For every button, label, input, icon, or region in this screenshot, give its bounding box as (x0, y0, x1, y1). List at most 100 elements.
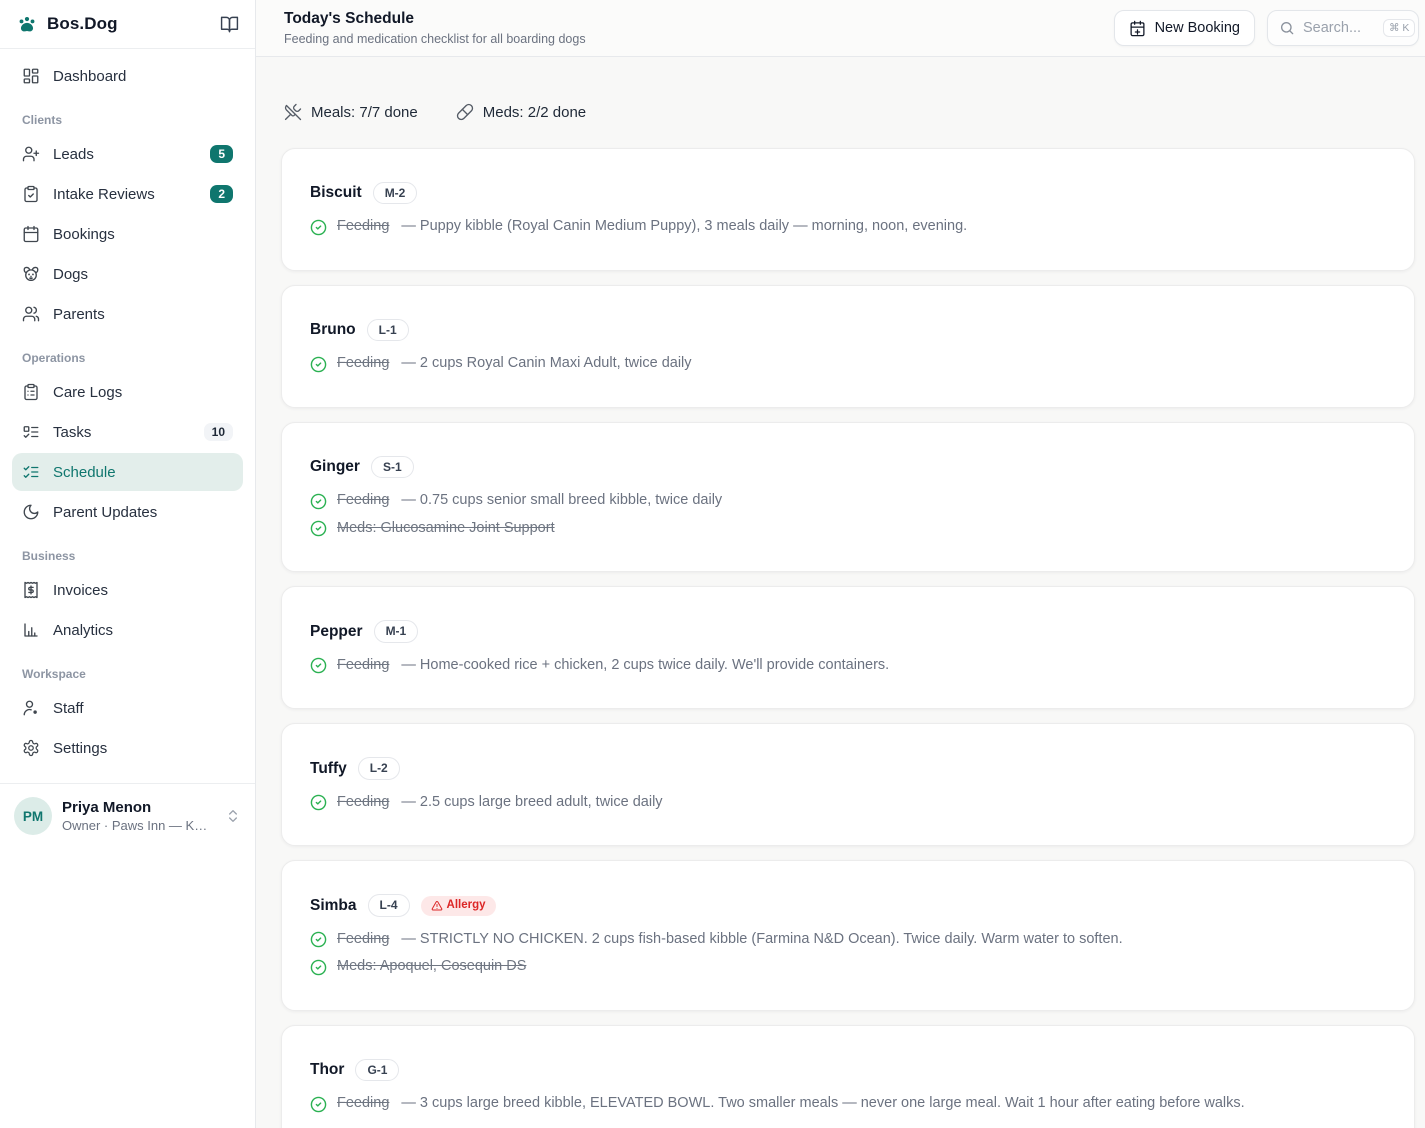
feeding-description: — Puppy kibble (Royal Canin Medium Puppy… (401, 217, 967, 237)
dog-name: Simba (310, 897, 357, 915)
feeding-row: Feeding— 3 cups large breed kibble, ELEV… (310, 1094, 1386, 1114)
utensils-crossed-icon (284, 103, 302, 121)
feeding-label: Feeding (337, 217, 389, 237)
card-header: Simba L-4 Allergy (310, 894, 1386, 916)
sidebar-item-tasks[interactable]: Tasks10 (12, 413, 243, 451)
logo-row: Bos.Dog (0, 0, 255, 49)
user-meta: Priya Menon Owner · Paws Inn — Kora... (62, 799, 214, 833)
page-header: Today's Schedule Feeding and medication … (256, 0, 1425, 57)
sidebar-item-leads[interactable]: Leads5 (12, 135, 243, 173)
calendar-icon (22, 225, 40, 243)
sidebar-item-label: Parents (53, 306, 105, 323)
list-checks-icon (22, 463, 40, 481)
dog-name: Tuffy (310, 760, 347, 778)
meds-row: Meds: Apoquel, Cosequin DS (310, 957, 1386, 977)
check-icon[interactable] (310, 493, 327, 510)
sidebar-item-label: Invoices (53, 582, 108, 599)
dog-card-biscuit: BiscuitM-2 Feeding — Puppy kibble (Royal C… (281, 148, 1415, 271)
new-booking-label: New Booking (1155, 20, 1240, 36)
sidebar-item-dashboard[interactable]: Dashboard (12, 57, 243, 95)
nav-section-label-operations: Operations (12, 335, 243, 373)
feeding-label: Feeding (337, 656, 389, 676)
user-row[interactable]: PM Priya Menon Owner · Paws Inn — Kora..… (0, 784, 255, 848)
book-open-icon[interactable] (220, 15, 239, 34)
paw-logo-icon (16, 13, 38, 35)
kennel-tag: L-1 (367, 319, 409, 341)
card-header: ThorG-1 (310, 1059, 1386, 1081)
meds-stat-label: Meds: 2/2 done (483, 104, 586, 121)
clipboard-check-icon (22, 185, 40, 203)
search-shortcut: ⌘ K (1383, 19, 1415, 38)
dashboard-icon (22, 67, 40, 85)
sidebar-item-parent-updates[interactable]: Parent Updates (12, 493, 243, 531)
meds-label: Meds: Apoquel, Cosequin DS (337, 957, 526, 977)
dog-card-tuffy: Tuffy L-2 Feeding— 2.5 cups large breed ad… (281, 723, 1415, 846)
moon-icon (22, 503, 40, 521)
kennel-tag: M-2 (373, 182, 418, 204)
kennel-tag: L-4 (368, 894, 410, 916)
dog-card-simba: Simba L-4 Allergy Feeding— STRICTLY NO CHIC… (281, 860, 1415, 1011)
feeding-row: Feeding— 2 cups Royal Canin Maxi Adult, … (310, 354, 1386, 374)
user-plus-icon (22, 145, 40, 163)
feeding-description: — 2 cups Royal Canin Maxi Adult, twice d… (401, 354, 691, 374)
check-icon[interactable] (310, 657, 327, 674)
dog-name: Ginger (310, 458, 360, 476)
dog-card-thor: ThorG-1 Feeding— 3 cups large breed kibbl… (281, 1025, 1415, 1128)
sidebar-item-label: Analytics (53, 622, 113, 639)
meds-stat: Meds: 2/2 done (456, 103, 586, 121)
app-title: Bos.Dog (47, 14, 118, 34)
check-icon[interactable] (310, 794, 327, 811)
dog-card-bruno: Bruno L-1 Feeding— 2 cups Royal Canin Maxi… (281, 285, 1415, 408)
dog-card-pepper: PepperM-1 Feeding — Home-cooked rice + chi… (281, 586, 1415, 709)
feeding-row: Feeding— STRICTLY NO CHICKEN. 2 cups fis… (310, 930, 1386, 950)
triangle-alert-icon (431, 900, 443, 912)
users-icon (22, 305, 40, 323)
new-booking-button[interactable]: New Booking (1114, 10, 1255, 46)
sidebar-item-label: Bookings (53, 226, 115, 243)
sidebar-item-label: Intake Reviews (53, 186, 155, 203)
feeding-description: — Home-cooked rice + chicken, 2 cups twi… (401, 656, 889, 676)
dog-card-ginger: GingerS-1Feeding— 0.75 cups senior small… (281, 422, 1415, 573)
pill-icon (456, 103, 474, 121)
feeding-row: Feeding — Home-cooked rice + chicken, 2 c… (310, 656, 1386, 676)
sidebar-item-intake-reviews[interactable]: Intake Reviews 2 (12, 175, 243, 213)
sidebar-item-staff[interactable]: Staff (12, 689, 243, 727)
card-header: PepperM-1 (310, 620, 1386, 642)
check-icon[interactable] (310, 356, 327, 373)
calendar-plus-icon (1129, 20, 1146, 37)
check-icon[interactable] (310, 219, 327, 236)
feeding-row: Feeding— 2.5 cups large breed adult, twi… (310, 793, 1386, 813)
sidebar-item-label: Dashboard (53, 68, 126, 85)
sidebar-item-schedule[interactable]: Schedule (12, 453, 243, 491)
list-todo-icon (22, 423, 40, 441)
page-subtitle: Feeding and medication checklist for all… (284, 32, 586, 46)
search-box[interactable]: ⌘ K (1267, 10, 1419, 46)
check-icon[interactable] (310, 959, 327, 976)
check-icon[interactable] (310, 1096, 327, 1113)
count-badge: 2 (210, 185, 233, 203)
sidebar-item-bookings[interactable]: Bookings (12, 215, 243, 253)
feeding-label: Feeding (337, 930, 389, 950)
kennel-tag: M-1 (374, 620, 419, 642)
check-icon[interactable] (310, 520, 327, 537)
sidebar-item-parents[interactable]: Parents (12, 295, 243, 333)
allergy-badge: Allergy (421, 896, 496, 916)
settings-icon (22, 739, 40, 757)
sidebar-item-invoices[interactable]: Invoices (12, 571, 243, 609)
count-badge: 10 (204, 423, 233, 441)
dog-name: Bruno (310, 321, 356, 339)
sidebar-item-care-logs[interactable]: Care Logs (12, 373, 243, 411)
meds-row: Meds: Glucosamine Joint Support (310, 519, 1386, 539)
check-icon[interactable] (310, 931, 327, 948)
sidebar-item-analytics[interactable]: Analytics (12, 611, 243, 649)
chevrons-up-down-icon[interactable] (225, 808, 241, 824)
user-role: Owner · Paws Inn — Kora... (62, 818, 214, 833)
sidebar-item-settings[interactable]: Settings (12, 729, 243, 767)
card-header: BiscuitM-2 (310, 182, 1386, 204)
sidebar-item-dogs[interactable]: Dogs (12, 255, 243, 293)
kennel-tag: L-2 (358, 757, 400, 779)
search-input[interactable] (1303, 20, 1375, 36)
sidebar: Bos.Dog DashboardClientsLeads5Intake Rev… (0, 0, 256, 1128)
card-header: GingerS-1 (310, 456, 1386, 478)
sidebar-item-label: Care Logs (53, 384, 122, 401)
